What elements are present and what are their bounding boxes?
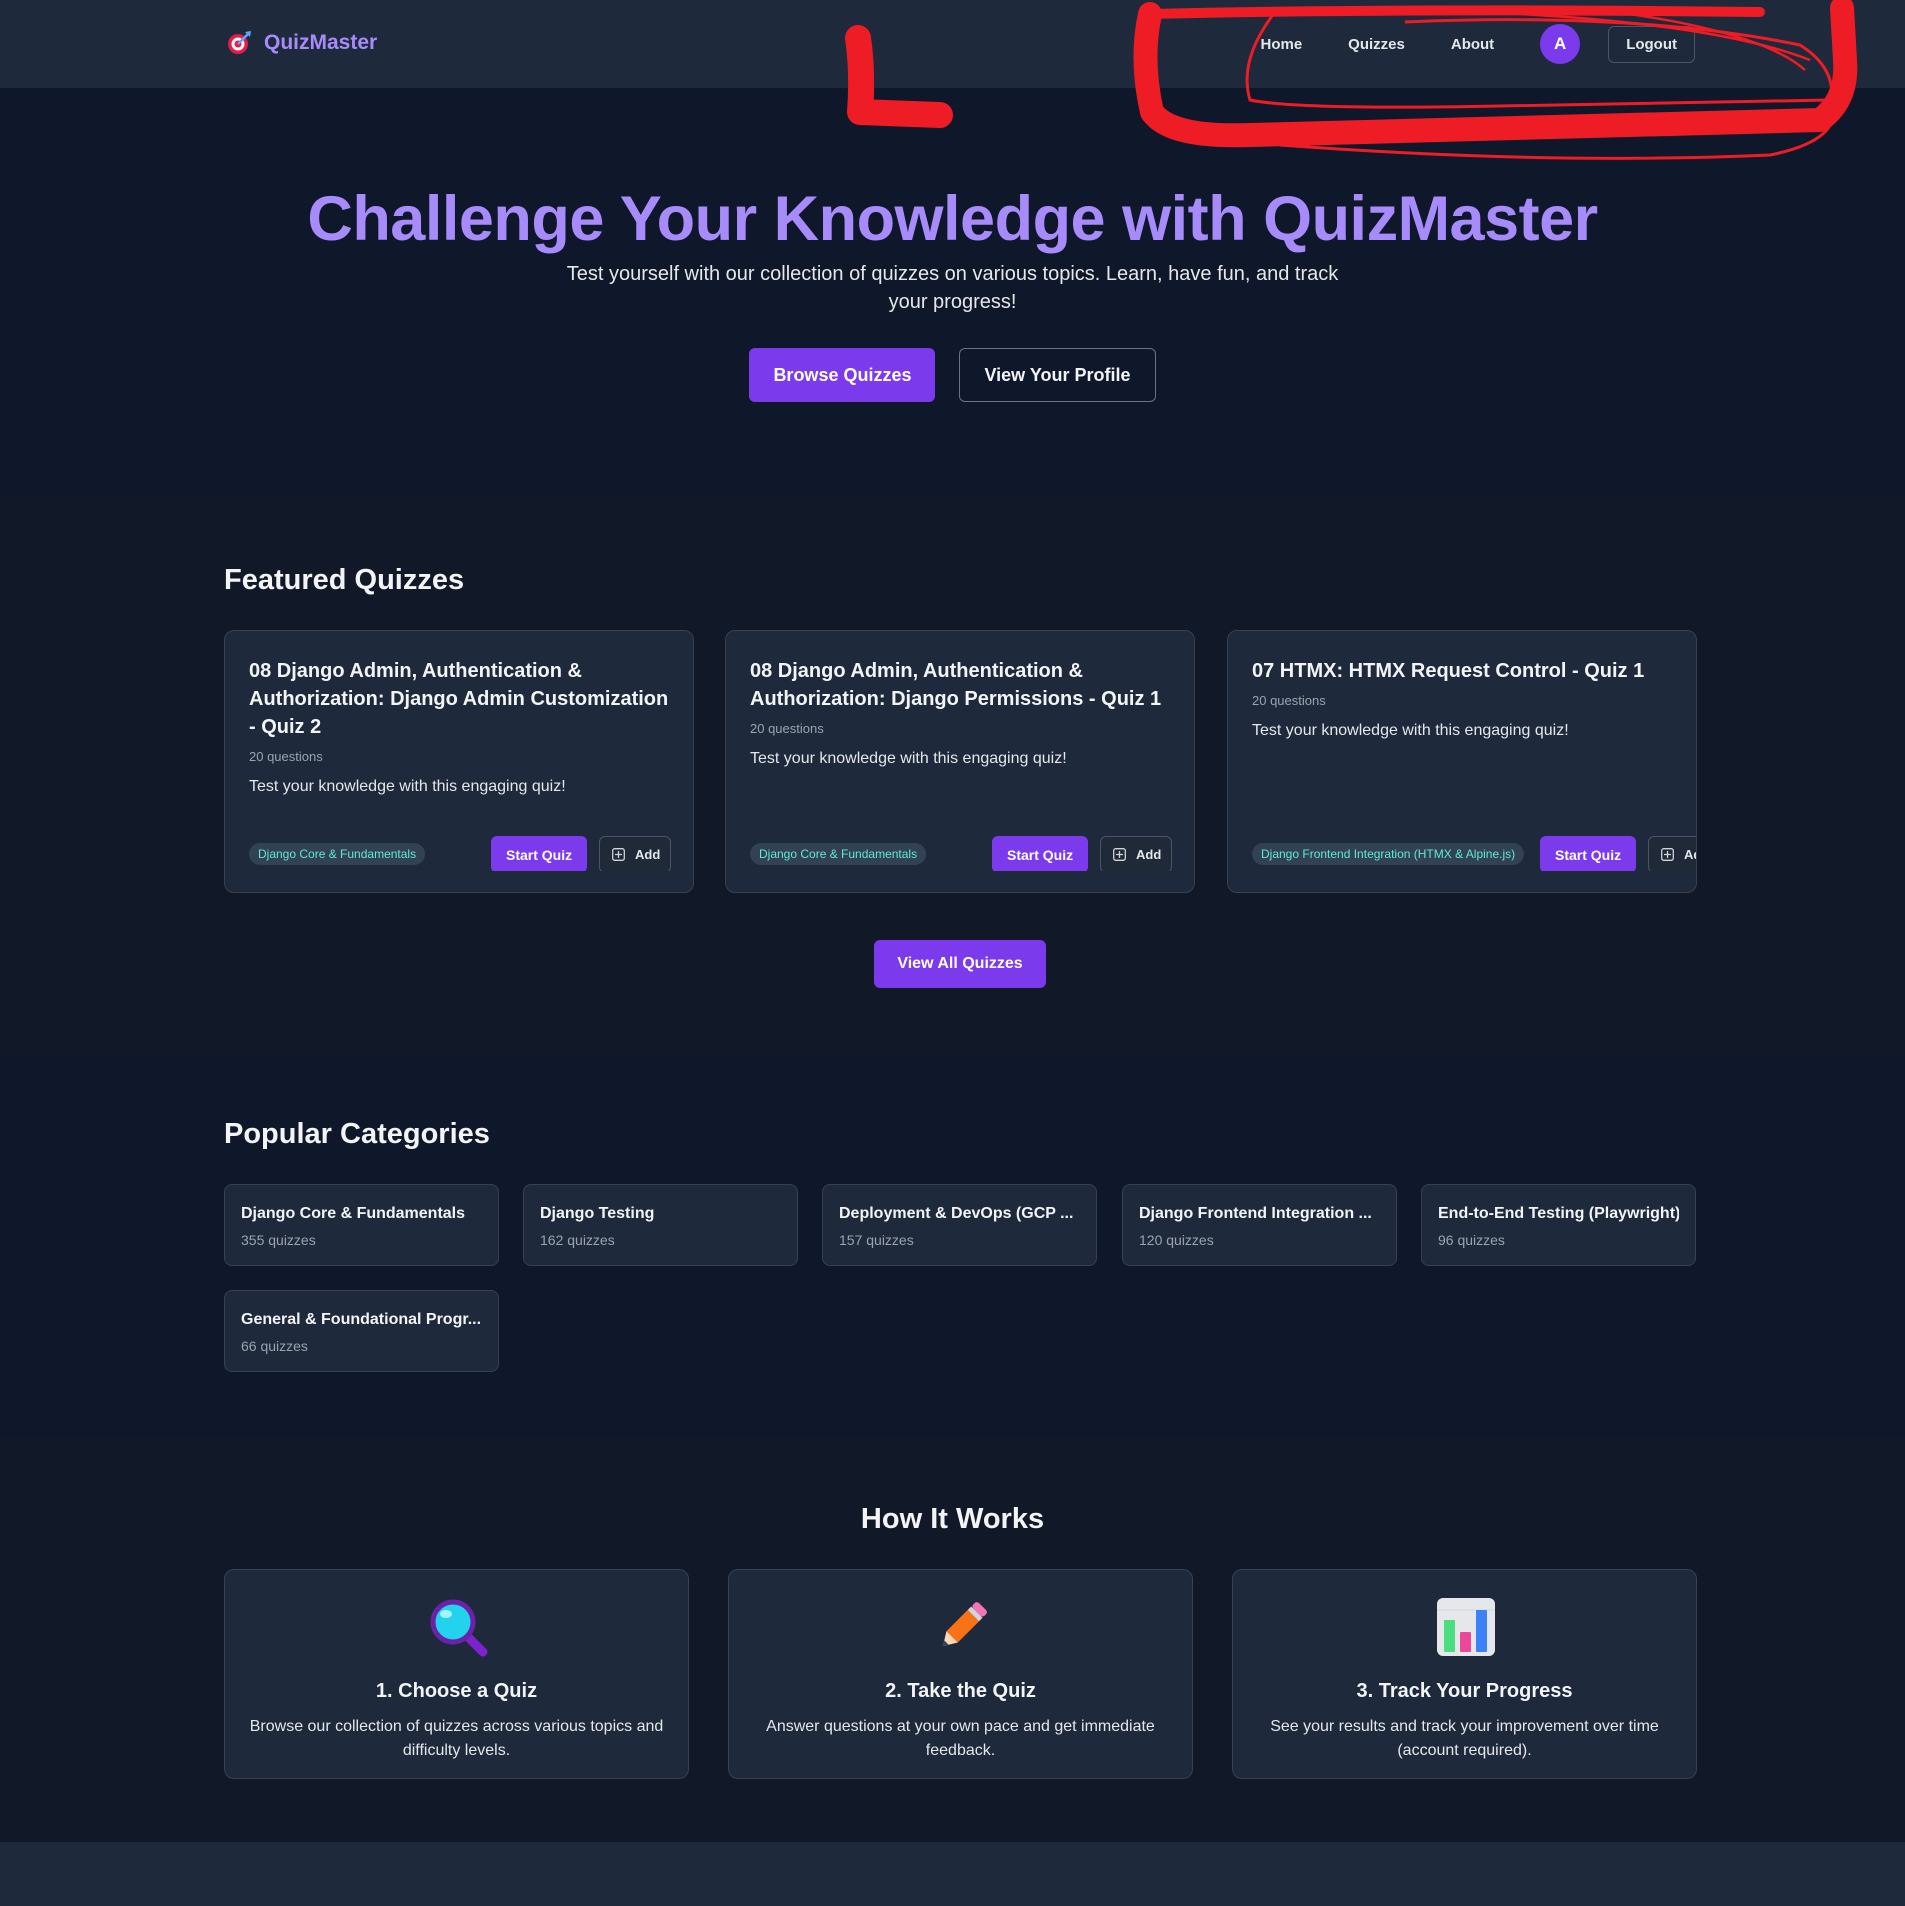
category-quiz-count: 162 quizzes <box>540 1232 615 1248</box>
view-all-quizzes-button[interactable]: View All Quizzes <box>874 940 1046 988</box>
hero-title: Challenge Your Knowledge with QuizMaster <box>307 184 1598 254</box>
category-name: Django Testing <box>540 1205 655 1222</box>
pencil-icon <box>942 1602 987 1647</box>
step-title: 1. Choose a Quiz <box>375 1680 538 1702</box>
quiz-question-count: 20 questions <box>249 749 323 764</box>
category-card[interactable]: Django Core & Fundamentals 355 quizzes <box>224 1184 499 1266</box>
add-quiz-button[interactable]: Add <box>1648 836 1696 871</box>
category-name: Deployment & DevOps (GCP ... <box>839 1205 1074 1222</box>
nav-link-quizzes[interactable]: Quizzes <box>1348 36 1405 53</box>
step-card: 3. Track Your Progress See your results … <box>1232 1569 1697 1779</box>
add-icon <box>1113 848 1126 861</box>
category-card[interactable]: Django Testing 162 quizzes <box>523 1184 798 1266</box>
add-quiz-button[interactable]: Add <box>1100 836 1172 871</box>
user-avatar[interactable]: A <box>1540 24 1581 64</box>
category-card[interactable]: Deployment & DevOps (GCP ... 157 quizzes <box>822 1184 1097 1266</box>
nav-link-home[interactable]: Home <box>1260 36 1302 53</box>
navbar: QuizMaster Home Quizzes About A Logout <box>0 0 1905 88</box>
step-title: 3. Track Your Progress <box>1356 1680 1573 1702</box>
step-description: Answer questions at your own pace and ge… <box>766 1718 1155 1759</box>
brand[interactable]: QuizMaster <box>226 30 377 56</box>
hero-buttons: Browse Quizzes View Your Profile <box>0 348 1905 402</box>
nav-link-about[interactable]: About <box>1451 36 1494 53</box>
quiz-card-footer: Django Core & Fundamentals Start Quiz Ad… <box>750 833 1194 871</box>
quiz-description: Test your knowledge with this engaging q… <box>1252 722 1569 739</box>
add-label: Add <box>1136 847 1162 862</box>
category-name: Django Core & Fundamentals <box>241 1205 466 1222</box>
quiz-card-footer: Django Core & Fundamentals Start Quiz Ad… <box>249 833 693 871</box>
quiz-card: 08 Django Admin, Authentication & Author… <box>725 630 1195 893</box>
category-tag[interactable]: Django Frontend Integration (HTMX & Alpi… <box>1252 843 1525 865</box>
category-card[interactable]: Django Frontend Integration ... 120 quiz… <box>1122 1184 1397 1266</box>
popular-categories-section: Popular Categories Django Core & Fundame… <box>0 1054 1905 1437</box>
quiz-title[interactable]: 07 HTMX: HTMX Request Control - Quiz 1 <box>1252 657 1677 685</box>
add-label: Add <box>1684 847 1696 862</box>
category-quiz-count: 96 quizzes <box>1438 1232 1505 1248</box>
add-label: Add <box>635 847 661 862</box>
logout-button[interactable]: Logout <box>1608 25 1695 63</box>
add-icon <box>1661 848 1674 861</box>
category-card[interactable]: End-to-End Testing (Playwright) 96 quizz… <box>1421 1184 1696 1266</box>
categories-title: Popular Categories <box>224 1118 490 1150</box>
quiz-title[interactable]: 08 Django Admin, Authentication & Author… <box>249 657 674 741</box>
bar-chart-icon <box>1437 1598 1495 1656</box>
footer <box>0 1842 1905 1906</box>
nav-links: Home Quizzes About A Logout <box>1260 24 1695 64</box>
start-quiz-button[interactable]: Start Quiz <box>1540 836 1637 871</box>
magnifying-glass-icon <box>430 1599 488 1657</box>
step-card: 1. Choose a Quiz Browse our collection o… <box>224 1569 689 1779</box>
featured-quizzes-section: Featured Quizzes 08 Django Admin, Authen… <box>0 498 1905 1054</box>
hero-subtitle: Test yourself with our collection of qui… <box>566 263 1339 313</box>
add-quiz-button[interactable]: Add <box>599 836 671 871</box>
step-description: Browse our collection of quizzes across … <box>249 1718 664 1759</box>
category-name: End-to-End Testing (Playwright) <box>1438 1205 1679 1222</box>
category-tag[interactable]: Django Core & Fundamentals <box>750 843 927 865</box>
view-profile-button[interactable]: View Your Profile <box>959 348 1156 402</box>
browse-quizzes-button[interactable]: Browse Quizzes <box>749 348 936 402</box>
quiz-card: 07 HTMX: HTMX Request Control - Quiz 1 2… <box>1227 630 1697 893</box>
category-quiz-count: 157 quizzes <box>839 1232 914 1248</box>
quiz-question-count: 20 questions <box>750 721 824 736</box>
category-card[interactable]: General & Foundational Progr... 66 quizz… <box>224 1290 499 1372</box>
brand-name: QuizMaster <box>264 31 378 54</box>
featured-title: Featured Quizzes <box>224 564 465 596</box>
target-dart-icon <box>228 31 251 54</box>
step-description: See your results and track your improvem… <box>1270 1718 1659 1759</box>
quiz-card-footer: Django Frontend Integration (HTMX & Alpi… <box>1252 833 1696 871</box>
quiz-question-count: 20 questions <box>1252 693 1326 708</box>
start-quiz-button[interactable]: Start Quiz <box>491 836 588 871</box>
category-quiz-count: 66 quizzes <box>241 1338 308 1354</box>
quiz-title[interactable]: 08 Django Admin, Authentication & Author… <box>750 657 1175 713</box>
category-tag[interactable]: Django Core & Fundamentals <box>249 843 426 865</box>
category-quiz-count: 120 quizzes <box>1139 1232 1214 1248</box>
quiz-card: 08 Django Admin, Authentication & Author… <box>224 630 694 893</box>
how-it-works-title: How It Works <box>860 1503 1045 1535</box>
step-title: 2. Take the Quiz <box>885 1680 1036 1702</box>
category-name: Django Frontend Integration ... <box>1139 1205 1372 1222</box>
how-it-works-section: How It Works 1. Choose a Quiz Browse our… <box>0 1437 1905 1842</box>
start-quiz-button[interactable]: Start Quiz <box>992 836 1089 871</box>
quiz-description: Test your knowledge with this engaging q… <box>249 778 566 795</box>
step-card: 2. Take the Quiz Answer questions at you… <box>728 1569 1193 1779</box>
category-name: General & Foundational Progr... <box>241 1311 482 1328</box>
quiz-description: Test your knowledge with this engaging q… <box>750 750 1067 767</box>
hero-section: Challenge Your Knowledge with QuizMaster… <box>0 88 1905 498</box>
category-quiz-count: 355 quizzes <box>241 1232 316 1248</box>
add-icon <box>612 848 625 861</box>
